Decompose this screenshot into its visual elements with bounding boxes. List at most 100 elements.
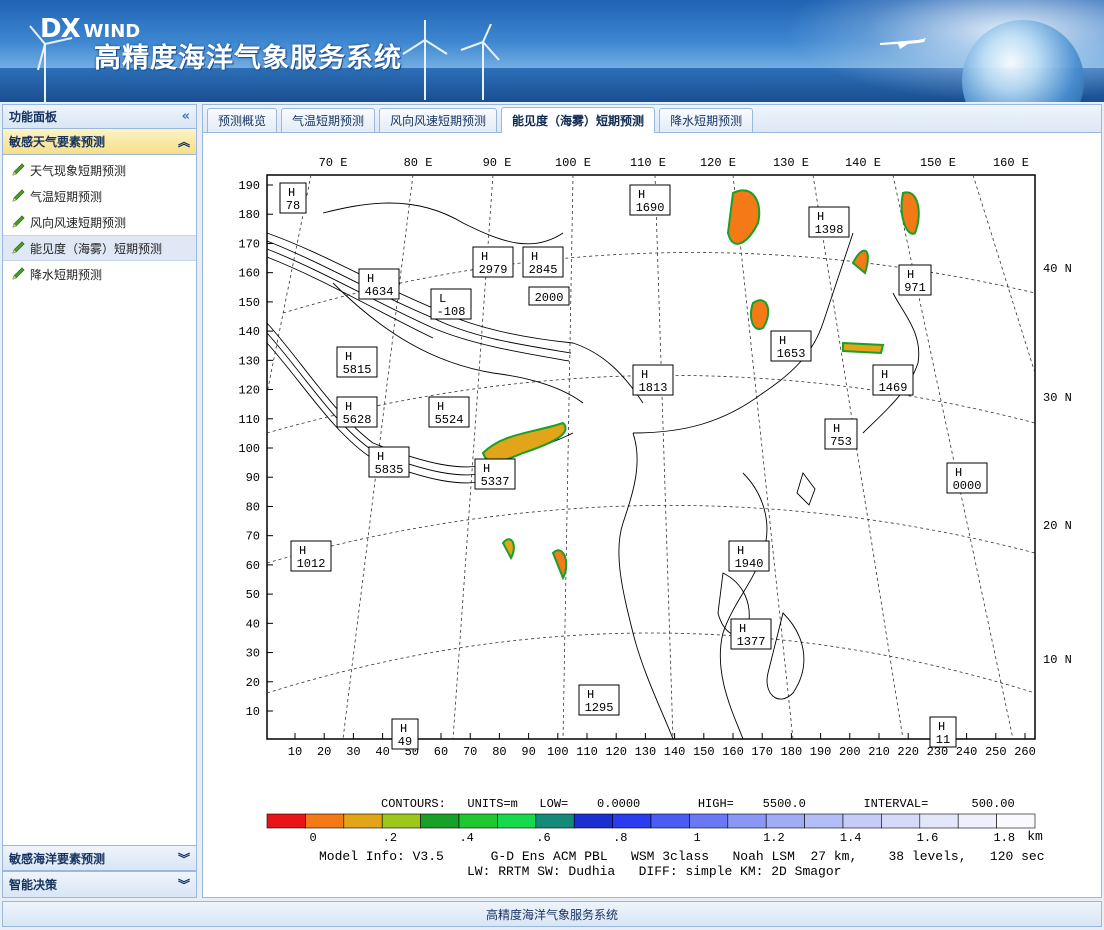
high-low-label: 2000: [528, 286, 570, 306]
pencil-icon: [12, 163, 25, 176]
left-tick-label: 60: [246, 559, 260, 573]
bottom-tick-label: 260: [1014, 745, 1036, 759]
color-scale-label: .2: [383, 831, 397, 845]
bottom-tick-label: 30: [346, 745, 360, 759]
high-low-value: 4634: [365, 285, 394, 299]
left-tick-label: 130: [238, 354, 260, 368]
visibility-forecast-map: 70 E 80 E 90 E 100 E 110 E 120 E 130 E 140 E 150…: [238, 156, 1072, 879]
bottom-tick-label: 240: [956, 745, 978, 759]
high-low-type: H: [299, 544, 306, 558]
left-tick-label: 190: [238, 179, 260, 193]
sidebar-section-active[interactable]: 敏感天气要素预测 ︽: [3, 129, 196, 155]
high-low-value: 1653: [777, 347, 806, 361]
bottom-tick-label: 100: [547, 745, 569, 759]
longitude-label: 150 E: [920, 156, 956, 170]
fog-region: [750, 299, 770, 330]
color-scale-swatch: [996, 813, 1036, 829]
bottom-tick-label: 180: [781, 745, 803, 759]
high-low-type: H: [641, 368, 648, 382]
high-low-type: H: [483, 462, 490, 476]
high-low-type: H: [833, 422, 840, 436]
bottom-tick-label: 160: [722, 745, 744, 759]
high-low-type: H: [638, 188, 645, 202]
sidebar-section-label: 敏感天气要素预测: [9, 135, 106, 149]
sidebar-item-label: 能见度（海雾）短期预测: [30, 241, 163, 256]
color-scale-swatch: [957, 813, 997, 829]
collapse-left-icon[interactable]: «: [182, 109, 190, 124]
sidebar-section-ocean[interactable]: 敏感海洋要素预测 ︾: [3, 845, 196, 871]
color-scale-swatch: [689, 813, 729, 829]
high-low-value: 1012: [297, 557, 326, 571]
bottom-tick-label: 150: [693, 745, 715, 759]
longitude-label: 130 E: [773, 156, 809, 170]
tab-precipitation[interactable]: 降水短期预测: [659, 108, 754, 132]
high-low-type: H: [481, 250, 488, 264]
longitude-label: 100 E: [555, 156, 591, 170]
color-scale-unit: km: [1027, 829, 1043, 844]
sidebar-item-label: 降水短期预测: [30, 267, 103, 282]
high-low-value: 0000: [953, 479, 982, 493]
high-low-value: 11: [936, 733, 950, 747]
sidebar-item-visibility[interactable]: 能见度（海雾）短期预测: [3, 235, 196, 261]
wind-turbine-icon: [402, 20, 448, 100]
bottom-tick-label: 170: [751, 745, 773, 759]
color-scale-swatch: [343, 813, 383, 829]
high-low-type: H: [737, 544, 744, 558]
color-scale-label: 1: [693, 831, 700, 845]
longitude-label: 80 E: [404, 156, 433, 170]
right-latitude-labels: 40 N 30 N 20 N 10 N: [1043, 262, 1072, 667]
high-low-label: H0000: [946, 462, 988, 494]
bottom-tick-label: 140: [664, 745, 686, 759]
tab-wind[interactable]: 风向风速短期预测: [379, 108, 498, 132]
high-low-value: 2000: [535, 291, 564, 305]
left-tick-label: 80: [246, 500, 260, 514]
color-scale-swatch: [458, 813, 498, 829]
expand-down-icon[interactable]: ︾: [178, 850, 190, 867]
sidebar-item-wind[interactable]: 风向风速短期预测: [3, 209, 196, 235]
sidebar-item-precipitation[interactable]: 降水短期预测: [3, 261, 196, 287]
tab-temperature[interactable]: 气温短期预测: [281, 108, 376, 132]
longitude-label: 140 E: [845, 156, 881, 170]
collapse-up-icon[interactable]: ︽: [178, 133, 190, 150]
high-low-type: H: [938, 720, 945, 734]
bottom-tick-label: 10: [288, 745, 302, 759]
high-low-label: H1398: [808, 206, 850, 238]
color-scale-swatch: [535, 813, 575, 829]
high-low-label: H78: [279, 182, 307, 214]
high-low-label: H5835: [368, 446, 410, 478]
sidebar-item-label: 天气现象短期预测: [30, 163, 127, 178]
color-scale-swatch: [727, 813, 767, 829]
high-low-label: H2845: [522, 246, 564, 278]
sidebar-nav-list: 天气现象短期预测 气温短期预测 风向风速短期预测 能见度（海雾）短期预测 降水短…: [3, 155, 196, 287]
model-info-line-2: LW: RRTM SW: Dudhia DIFF: simple KM: 2D …: [467, 864, 841, 879]
high-low-type: H: [907, 268, 914, 282]
latitude-label: 10 N: [1043, 653, 1072, 667]
bottom-tick-label: 130: [635, 745, 657, 759]
pencil-icon: [12, 241, 25, 254]
high-low-type: H: [817, 210, 824, 224]
high-low-value: 49: [398, 735, 412, 749]
bottom-tick-label: 190: [810, 745, 832, 759]
high-low-type: H: [345, 350, 352, 364]
latitude-label: 30 N: [1043, 391, 1072, 405]
high-low-label: H11: [929, 716, 957, 748]
high-low-label: H1813: [632, 364, 674, 396]
app-title: 高精度海洋气象服务系统: [94, 43, 402, 74]
left-tick-label: 120: [238, 384, 260, 398]
high-low-type: H: [400, 722, 407, 736]
sidebar-section-decision[interactable]: 智能决策 ︾: [3, 871, 196, 897]
logo-dx: DX: [40, 14, 81, 44]
color-scale-swatch: [381, 813, 421, 829]
high-low-label: H5628: [336, 396, 378, 428]
sidebar-item-weather-phenomena[interactable]: 天气现象短期预测: [3, 157, 196, 183]
left-tick-label: 180: [238, 208, 260, 222]
tab-visibility[interactable]: 能见度（海雾）短期预测: [501, 107, 656, 133]
left-tick-label: 10: [246, 705, 260, 719]
tab-overview[interactable]: 预测概览: [207, 108, 278, 132]
color-scale-swatch: [881, 813, 921, 829]
expand-down-icon[interactable]: ︾: [178, 876, 190, 893]
sidebar-section-label: 敏感海洋要素预测: [9, 851, 106, 866]
sidebar-item-temperature[interactable]: 气温短期预测: [3, 183, 196, 209]
wind-turbine-icon: [460, 24, 500, 100]
high-low-label: H1012: [290, 540, 332, 572]
